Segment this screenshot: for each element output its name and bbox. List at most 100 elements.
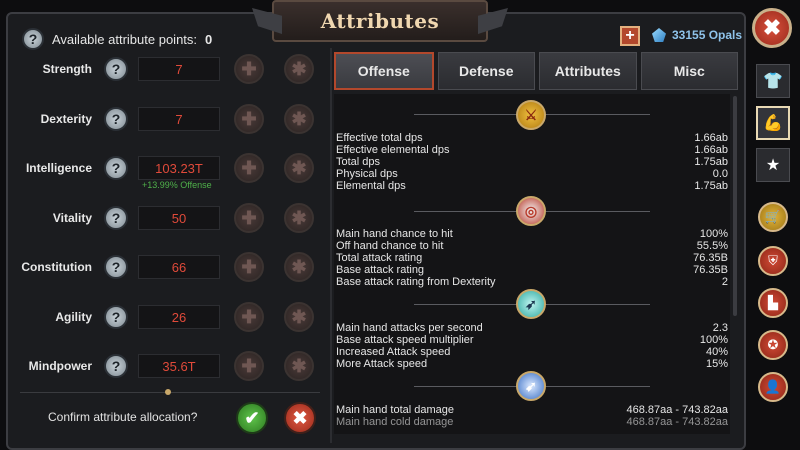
stat-row: Total dps 1.75ab: [336, 156, 728, 168]
stat-value: 15%: [705, 358, 728, 370]
max-button[interactable]: ✱: [284, 153, 314, 183]
attribute-value: 26: [138, 305, 220, 329]
stat-row: Base attack rating 76.35B: [336, 264, 728, 276]
available-points-label: Available attribute points:: [52, 31, 198, 47]
stat-value: 100%: [699, 334, 728, 346]
close-button[interactable]: ✖: [752, 8, 792, 48]
stat-row: Effective elemental dps 1.66ab: [336, 144, 728, 156]
shield-icon: ⛨: [768, 253, 778, 268]
arm-flex-icon: 💪: [763, 115, 783, 132]
stat-row: Effective total dps 1.66ab: [336, 132, 728, 144]
help-icon[interactable]: ?: [104, 107, 128, 131]
stat-label: Physical dps: [336, 168, 398, 180]
help-icon[interactable]: ?: [104, 255, 128, 279]
stat-value: 40%: [705, 346, 728, 358]
attribute-name: Constitution: [21, 260, 92, 274]
stat-label: Effective total dps: [336, 132, 423, 144]
help-icon[interactable]: ?: [104, 156, 128, 180]
max-button[interactable]: ✱: [284, 203, 314, 233]
attribute-row-dexterity: Dexterity ? 7 ✚ ✱: [14, 102, 328, 136]
increase-button[interactable]: ✚: [234, 351, 264, 381]
stat-row: Total attack rating 76.35B: [336, 252, 728, 264]
stats-scrollbar[interactable]: [733, 96, 737, 316]
title-banner: Attributes: [252, 0, 488, 42]
guild-button[interactable]: ⛨: [758, 246, 788, 276]
stat-row: More Attack speed 15%: [336, 358, 728, 370]
leaderboard-button[interactable]: ▙: [758, 288, 788, 318]
stat-row: Main hand cold damage 468.87aa - 743.82aa: [336, 416, 728, 428]
help-icon[interactable]: ?: [104, 57, 128, 81]
attribute-row-constitution: Constitution ? 66 ✚ ✱: [14, 250, 328, 284]
shop-button[interactable]: 🛒: [758, 202, 788, 232]
confirm-button[interactable]: ✔: [236, 402, 268, 434]
equipment-tab-button[interactable]: 👕: [756, 64, 790, 98]
star-icon: ★: [765, 157, 781, 174]
stat-row: Elemental dps 1.75ab: [336, 180, 728, 192]
stat-row: Increased Attack speed 40%: [336, 346, 728, 358]
stat-label: Total dps: [336, 156, 381, 168]
stat-value: 1.75ab: [694, 180, 728, 192]
attribute-name: Vitality: [52, 211, 92, 225]
attribute-row-strength: Strength ? 7 ✚ ✱: [14, 52, 328, 86]
increase-button[interactable]: ✚: [234, 252, 264, 282]
tab-attributes[interactable]: Attributes: [539, 52, 637, 90]
stat-tabs: Offense Defense Attributes Misc: [334, 52, 738, 90]
stat-value: 468.87aa - 743.82aa: [626, 416, 728, 428]
help-icon[interactable]: ?: [104, 206, 128, 230]
attribute-name: Intelligence: [25, 161, 92, 175]
help-icon[interactable]: ?: [104, 354, 128, 378]
stat-row: Main hand attacks per second 2.3: [336, 322, 728, 334]
buy-opals-button[interactable]: +: [620, 26, 640, 46]
attributes-tab-button[interactable]: 💪: [756, 106, 790, 140]
stat-label: Base attack rating from Dexterity: [336, 276, 496, 288]
stat-value: 0.0: [712, 168, 728, 180]
offense-stats-list[interactable]: ⚔ Effective total dps 1.66ab Effective el…: [334, 94, 730, 434]
attribute-value: 50: [138, 206, 220, 230]
attribute-name: Mindpower: [28, 359, 92, 373]
add-friend-icon: 👤: [764, 379, 782, 394]
max-button[interactable]: ✱: [284, 54, 314, 84]
stat-row: Off hand chance to hit 55.5%: [336, 240, 728, 252]
shop-icon: 🛒: [764, 209, 782, 224]
speed-icon: ➹: [516, 371, 546, 401]
stat-value: 55.5%: [696, 240, 728, 252]
stat-value: 2: [721, 276, 728, 288]
stat-label: Main hand total damage: [336, 404, 455, 416]
stat-row: Physical dps 0.0: [336, 168, 728, 180]
increase-button[interactable]: ✚: [234, 153, 264, 183]
medal-icon: ✪: [767, 337, 779, 352]
friends-button[interactable]: 👤: [758, 372, 788, 402]
window-title: Attributes: [320, 9, 440, 33]
attribute-value: 7: [138, 107, 220, 131]
increase-button[interactable]: ✚: [234, 203, 264, 233]
achievements-button[interactable]: ✪: [758, 330, 788, 360]
attribute-name: Agility: [55, 310, 92, 324]
max-button[interactable]: ✱: [284, 252, 314, 282]
tab-defense[interactable]: Defense: [437, 52, 535, 90]
help-icon[interactable]: ?: [22, 28, 44, 50]
max-button[interactable]: ✱: [284, 302, 314, 332]
attribute-value: 7: [138, 57, 220, 81]
help-icon[interactable]: ?: [104, 305, 128, 329]
attribute-value: 35.6T: [138, 354, 220, 378]
opal-gem-icon: [652, 28, 666, 42]
max-button[interactable]: ✱: [284, 104, 314, 134]
stat-label: Elemental dps: [336, 180, 406, 192]
increase-button[interactable]: ✚: [234, 54, 264, 84]
max-button[interactable]: ✱: [284, 351, 314, 381]
stat-value: 2.3: [712, 322, 728, 334]
skills-tab-button[interactable]: ★: [756, 148, 790, 182]
panel-divider: [330, 48, 332, 443]
stat-label: Effective elemental dps: [336, 144, 450, 156]
stat-label: Main hand cold damage: [336, 416, 454, 428]
stat-value: 76.35B: [693, 264, 728, 276]
tab-misc[interactable]: Misc: [640, 52, 738, 90]
increase-button[interactable]: ✚: [234, 104, 264, 134]
cancel-button[interactable]: ✖: [284, 402, 316, 434]
stat-value: 468.87aa - 743.82aa: [626, 404, 728, 416]
attribute-row-vitality: Vitality ? 50 ✚ ✱: [14, 201, 328, 235]
increase-button[interactable]: ✚: [234, 302, 264, 332]
stat-value: 1.66ab: [694, 144, 728, 156]
tab-offense[interactable]: Offense: [334, 52, 434, 90]
stat-label: Base attack rating: [336, 264, 425, 276]
